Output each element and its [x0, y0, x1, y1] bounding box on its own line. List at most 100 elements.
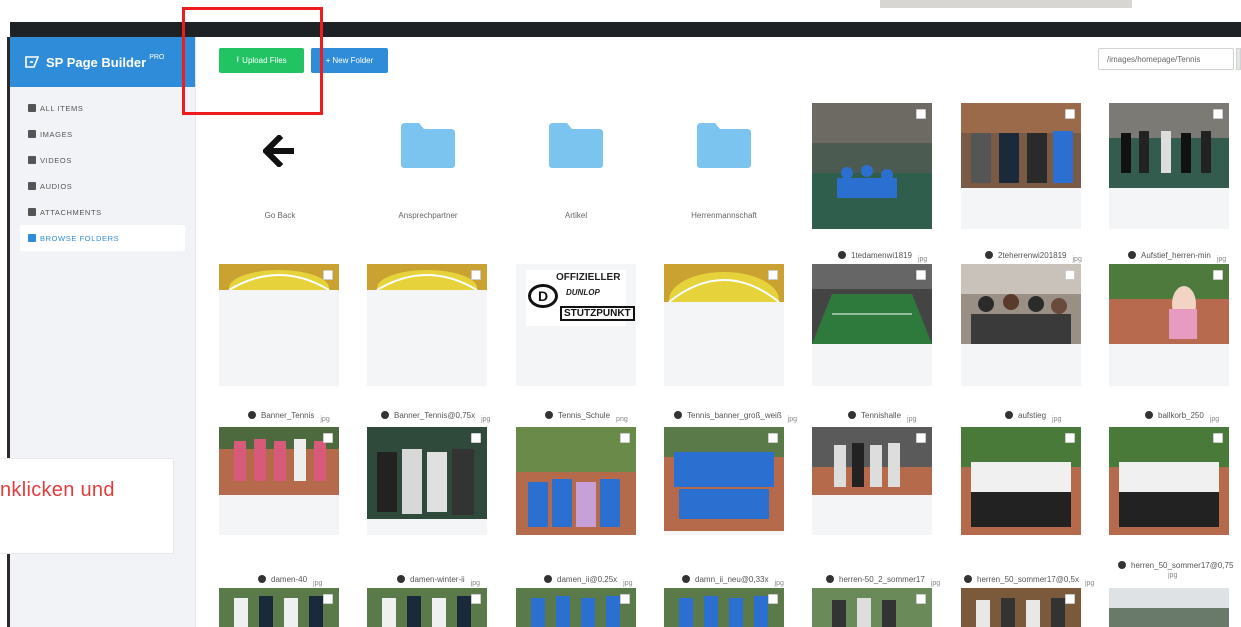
image-label[interactable]: herren-50_2_sommer17 jpg — [826, 574, 940, 587]
info-icon[interactable] — [1118, 561, 1126, 569]
image-label[interactable]: Banner_Tennis@0,75x jpg — [381, 410, 490, 423]
select-checkbox[interactable] — [323, 270, 333, 280]
sidebar-item-audios[interactable]: AUDIOS — [20, 173, 185, 199]
info-icon[interactable] — [1145, 411, 1153, 419]
info-icon[interactable] — [397, 575, 405, 583]
image-card[interactable] — [1109, 103, 1229, 229]
image-card[interactable]: D OFFIZIELLER DUNLOP STÜTZPUNKT — [516, 264, 636, 386]
image-card[interactable] — [961, 103, 1081, 229]
image-card[interactable] — [812, 427, 932, 535]
image-card[interactable] — [219, 588, 339, 627]
image-label[interactable]: Banner_Tennis jpg — [248, 410, 330, 423]
select-checkbox[interactable] — [1213, 109, 1223, 119]
sidebar-item-all-items[interactable]: ALL ITEMS — [20, 95, 185, 121]
image-card[interactable] — [812, 103, 932, 229]
image-card[interactable] — [219, 264, 339, 386]
image-card[interactable] — [1109, 427, 1229, 535]
image-label[interactable]: Tennis_Schule png — [545, 410, 628, 423]
image-label[interactable]: 2teherrenwi201819 jpg — [985, 250, 1082, 263]
select-checkbox[interactable] — [471, 433, 481, 443]
info-icon[interactable] — [248, 411, 256, 419]
image-card[interactable] — [367, 588, 487, 627]
image-label[interactable]: aufstieg jpg — [1005, 410, 1061, 423]
info-icon[interactable] — [985, 251, 993, 259]
image-card[interactable] — [516, 588, 636, 627]
image-label[interactable]: herren_50_sommer17@0,5x jpg — [964, 574, 1095, 587]
folder-icon[interactable] — [399, 121, 457, 169]
info-icon[interactable] — [1128, 251, 1136, 259]
sidebar-item-images[interactable]: IMAGES — [20, 121, 185, 147]
image-label[interactable]: damen-winter-ii jpg — [397, 574, 481, 587]
select-checkbox[interactable] — [620, 433, 630, 443]
image-name: Tennis_Schule — [558, 411, 611, 420]
image-card[interactable] — [961, 588, 1081, 627]
image-card[interactable] — [664, 264, 784, 386]
sidebar-item-browse-folders[interactable]: BROWSE FOLDERS — [20, 225, 185, 251]
image-ext: jpg — [1084, 580, 1095, 587]
select-checkbox[interactable] — [916, 109, 926, 119]
info-icon[interactable] — [258, 575, 266, 583]
image-label[interactable]: damen-40 jpg — [258, 574, 322, 587]
info-icon[interactable] — [545, 411, 553, 419]
image-card[interactable] — [219, 427, 339, 535]
brand-header[interactable]: SP Page Builder PRO — [10, 37, 195, 87]
folder-label-go-back[interactable]: Go Back — [220, 211, 340, 220]
folder-label-herrenmannschaft[interactable]: Herrenmannschaft — [664, 211, 784, 220]
select-checkbox[interactable] — [1065, 433, 1075, 443]
select-checkbox[interactable] — [471, 594, 481, 604]
folder-label-artikel[interactable]: Artikel — [516, 211, 636, 220]
image-ext: jpg — [470, 580, 481, 587]
info-icon[interactable] — [682, 575, 690, 583]
image-card[interactable] — [664, 427, 784, 535]
select-checkbox[interactable] — [1065, 594, 1075, 604]
image-card[interactable] — [367, 427, 487, 535]
image-card[interactable] — [961, 264, 1081, 386]
image-label[interactable]: Aufstief_herren-min jpg — [1128, 250, 1226, 263]
arrow-left-icon[interactable] — [263, 135, 297, 167]
image-label[interactable]: Tennis_banner_groß_weiß jpg — [674, 410, 797, 423]
select-checkbox[interactable] — [1213, 270, 1223, 280]
sidebar-item-attachments[interactable]: ATTACHMENTS — [20, 199, 185, 225]
info-icon[interactable] — [848, 411, 856, 419]
image-card[interactable] — [1109, 588, 1229, 627]
info-icon[interactable] — [964, 575, 972, 583]
select-checkbox[interactable] — [916, 594, 926, 604]
image-label[interactable]: Tennishalle jpg — [848, 410, 916, 423]
select-checkbox[interactable] — [916, 433, 926, 443]
folder-icon[interactable] — [695, 121, 753, 169]
select-checkbox[interactable] — [768, 433, 778, 443]
sidebar-item-videos[interactable]: VIDEOS — [20, 147, 185, 173]
folder-icon[interactable] — [547, 121, 605, 169]
select-checkbox[interactable] — [1213, 433, 1223, 443]
image-label[interactable]: 1tedamenwi1819 jpg — [838, 250, 927, 263]
image-label[interactable]: damen_ii@0,25x jpg — [544, 574, 633, 587]
select-checkbox[interactable] — [768, 594, 778, 604]
image-label[interactable]: damn_ii_neu@0,33x jpg — [682, 574, 784, 587]
image-card[interactable] — [1109, 264, 1229, 386]
info-icon[interactable] — [381, 411, 389, 419]
folder-path-field[interactable]: /images/homepage/Tennis — [1098, 48, 1234, 70]
select-checkbox[interactable] — [916, 270, 926, 280]
image-label[interactable]: ballkorb_250 jpg — [1145, 410, 1219, 423]
select-checkbox[interactable] — [471, 270, 481, 280]
info-icon[interactable] — [1005, 411, 1013, 419]
image-card[interactable] — [664, 588, 784, 627]
select-checkbox[interactable] — [1065, 270, 1075, 280]
image-card[interactable] — [367, 264, 487, 386]
info-icon[interactable] — [826, 575, 834, 583]
image-card[interactable] — [812, 264, 932, 386]
image-card[interactable] — [961, 427, 1081, 535]
folder-path-button[interactable] — [1236, 48, 1241, 70]
select-checkbox[interactable] — [323, 433, 333, 443]
info-icon[interactable] — [838, 251, 846, 259]
info-icon[interactable] — [674, 411, 682, 419]
select-checkbox[interactable] — [1065, 109, 1075, 119]
info-icon[interactable] — [544, 575, 552, 583]
select-checkbox[interactable] — [620, 594, 630, 604]
image-label[interactable]: herren_50_sommer17@0,75 jpg — [1118, 560, 1233, 579]
select-checkbox[interactable] — [323, 594, 333, 604]
folder-label-ansprechpartner[interactable]: Ansprechpartner — [368, 211, 488, 220]
image-card[interactable] — [516, 427, 636, 535]
image-card[interactable] — [812, 588, 932, 627]
select-checkbox[interactable] — [768, 270, 778, 280]
